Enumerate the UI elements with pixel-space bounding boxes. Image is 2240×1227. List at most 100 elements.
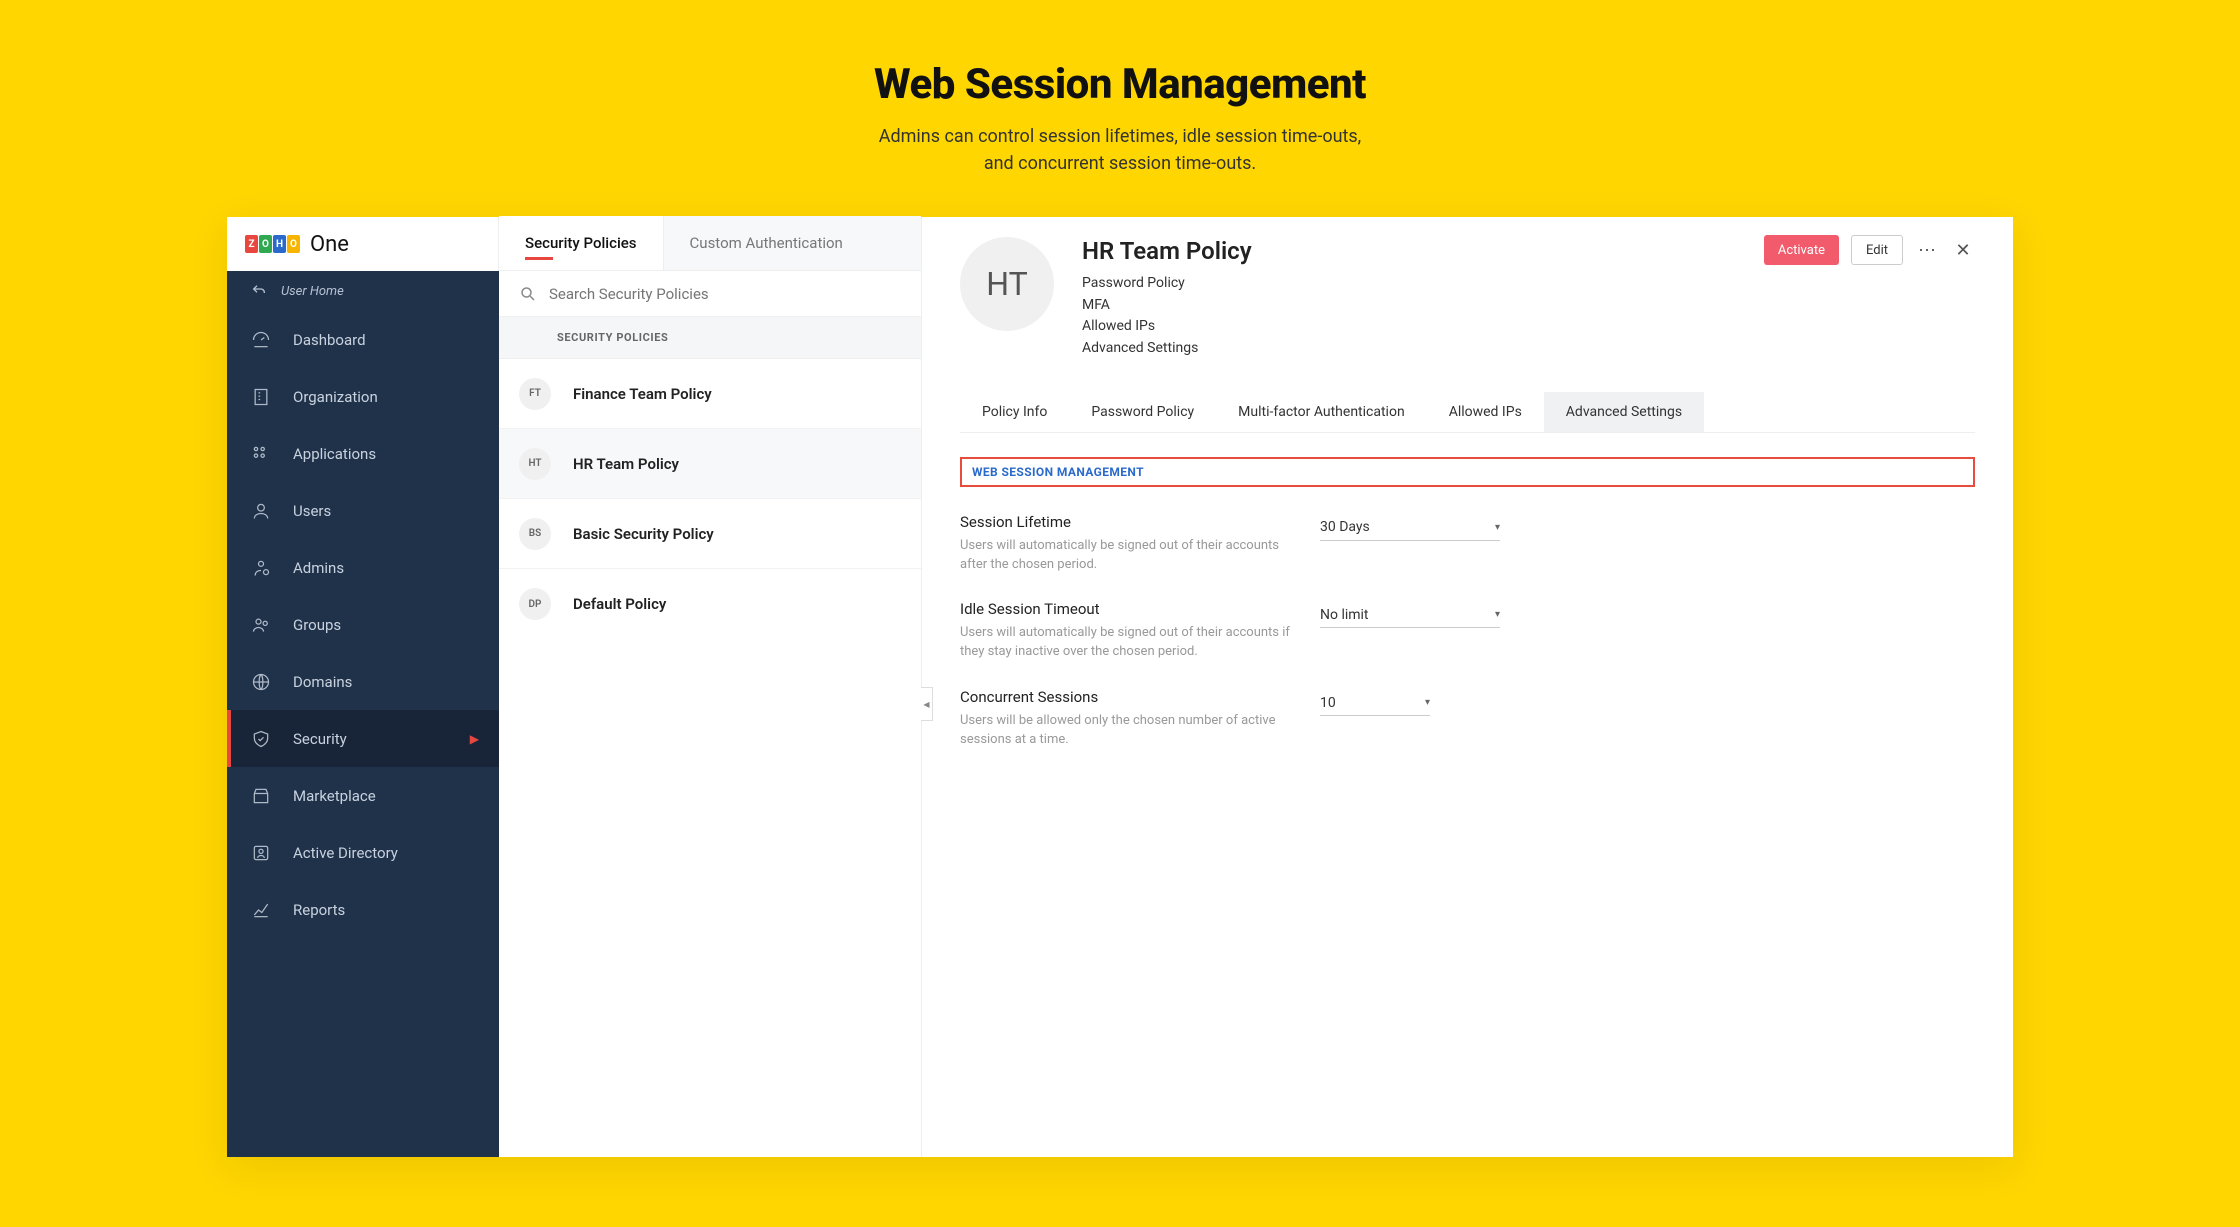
select-value: 30 Days [1320, 519, 1370, 535]
setting-label: Session Lifetime [960, 513, 1290, 531]
zoho-one-logo: ZOHO One [245, 232, 349, 257]
sidebar-item-security[interactable]: Security ▶ [227, 710, 499, 767]
setting-row-concurrent-sessions: Concurrent Sessions Users will be allowe… [960, 688, 1975, 750]
sidebar: ZOHO One User Home Dashboard Organizatio… [227, 217, 499, 1157]
sidebar-item-label: Domains [293, 673, 352, 691]
chevron-down-icon: ▾ [1495, 522, 1500, 533]
search-icon [519, 285, 537, 303]
detail-avatar: HT [960, 237, 1054, 331]
section-title: WEB SESSION MANAGEMENT [972, 465, 1963, 479]
setting-description: Users will automatically be signed out o… [960, 537, 1290, 575]
app-window: ZOHO One User Home Dashboard Organizatio… [227, 217, 2013, 1157]
logo-suffix: One [310, 232, 349, 257]
tab-custom-authentication[interactable]: Custom Authentication [664, 216, 921, 270]
tab-security-policies[interactable]: Security Policies [499, 216, 664, 270]
sidebar-item-label: Organization [293, 388, 378, 406]
more-options-button[interactable]: ⋯ [1915, 238, 1939, 262]
sidebar-item-admins[interactable]: Admins [227, 539, 499, 596]
setting-label: Concurrent Sessions [960, 688, 1290, 706]
session-lifetime-select[interactable]: 30 Days ▾ [1320, 515, 1500, 541]
close-button[interactable]: ✕ [1951, 238, 1975, 262]
detail-title: HR Team Policy [1082, 237, 1252, 265]
reports-icon [251, 900, 271, 920]
sidebar-item-label: Dashboard [293, 331, 366, 349]
setting-row-idle-timeout: Idle Session Timeout Users will automati… [960, 600, 1975, 662]
policy-name: Default Policy [573, 595, 666, 613]
sidebar-item-domains[interactable]: Domains [227, 653, 499, 710]
policy-list-column: Security Policies Custom Authentication … [499, 217, 922, 1157]
setting-row-session-lifetime: Session Lifetime Users will automaticall… [960, 513, 1975, 575]
active-directory-icon [251, 843, 271, 863]
detail-meta-line: Allowed IPs [1082, 316, 1252, 338]
sidebar-item-label: Users [293, 502, 331, 520]
logo-row: ZOHO One [227, 217, 499, 271]
detail-meta-line: MFA [1082, 295, 1252, 317]
policy-item-finance[interactable]: FT Finance Team Policy [499, 359, 921, 429]
setting-description: Users will automatically be signed out o… [960, 624, 1290, 662]
subtab-mfa[interactable]: Multi-factor Authentication [1216, 392, 1427, 432]
subtab-password-policy[interactable]: Password Policy [1069, 392, 1216, 432]
policy-list-header: SECURITY POLICIES [499, 317, 921, 359]
user-home-link[interactable]: User Home [227, 271, 499, 311]
policy-item-default[interactable]: DP Default Policy [499, 569, 921, 639]
idle-timeout-select[interactable]: No limit ▾ [1320, 602, 1500, 628]
sidebar-item-label: Marketplace [293, 787, 376, 805]
chevron-down-icon: ▾ [1495, 609, 1500, 620]
domains-icon [251, 672, 271, 692]
search-input[interactable] [549, 285, 901, 303]
admins-icon [251, 558, 271, 578]
chevron-right-icon: ▶ [470, 732, 479, 746]
select-value: No limit [1320, 607, 1369, 623]
detail-actions: Activate Edit ⋯ ✕ [1764, 235, 1975, 265]
policy-item-hr[interactable]: HT HR Team Policy [499, 429, 921, 499]
sidebar-item-reports[interactable]: Reports [227, 881, 499, 938]
hero-banner: Web Session Management Admins can contro… [0, 0, 2240, 217]
setting-label: Idle Session Timeout [960, 600, 1290, 618]
sidebar-item-organization[interactable]: Organization [227, 368, 499, 425]
sidebar-item-dashboard[interactable]: Dashboard [227, 311, 499, 368]
detail-subtabs: Policy Info Password Policy Multi-factor… [960, 392, 1975, 433]
detail-meta-line: Advanced Settings [1082, 338, 1252, 360]
policy-item-basic[interactable]: BS Basic Security Policy [499, 499, 921, 569]
policy-avatar: DP [519, 588, 551, 620]
sidebar-item-users[interactable]: Users [227, 482, 499, 539]
users-icon [251, 501, 271, 521]
policy-name: HR Team Policy [573, 455, 679, 473]
sidebar-item-groups[interactable]: Groups [227, 596, 499, 653]
subtab-advanced-settings[interactable]: Advanced Settings [1544, 392, 1704, 432]
hero-subtitle: Admins can control session lifetimes, id… [0, 123, 2240, 177]
subtab-policy-info[interactable]: Policy Info [960, 392, 1069, 432]
subtab-allowed-ips[interactable]: Allowed IPs [1427, 392, 1544, 432]
sidebar-item-applications[interactable]: Applications [227, 425, 499, 482]
marketplace-icon [251, 786, 271, 806]
search-row [499, 271, 921, 317]
sidebar-item-label: Applications [293, 445, 376, 463]
sidebar-item-label: Security [293, 730, 347, 748]
policy-name: Basic Security Policy [573, 525, 714, 543]
detail-meta-line: Password Policy [1082, 273, 1252, 295]
sidebar-item-label: Reports [293, 901, 345, 919]
sidebar-item-label: Active Directory [293, 844, 398, 862]
setting-description: Users will be allowed only the chosen nu… [960, 712, 1290, 750]
chevron-down-icon: ▾ [1425, 697, 1430, 708]
dashboard-icon [251, 330, 271, 350]
sidebar-item-label: Groups [293, 616, 341, 634]
sidebar-item-active-directory[interactable]: Active Directory [227, 824, 499, 881]
mid-tabs: Security Policies Custom Authentication [499, 217, 921, 271]
ellipsis-icon: ⋯ [1918, 240, 1936, 261]
concurrent-sessions-select[interactable]: 10 ▾ [1320, 690, 1430, 716]
policy-avatar: HT [519, 448, 551, 480]
edit-button[interactable]: Edit [1851, 235, 1903, 265]
select-value: 10 [1320, 695, 1336, 711]
sidebar-item-marketplace[interactable]: Marketplace [227, 767, 499, 824]
applications-icon [251, 444, 271, 464]
policy-detail-panel: Activate Edit ⋯ ✕ HT HR Team Policy Pass… [922, 217, 2013, 1157]
close-icon: ✕ [1955, 240, 1970, 261]
shield-icon [251, 729, 271, 749]
policy-avatar: BS [519, 518, 551, 550]
sidebar-item-label: Admins [293, 559, 344, 577]
policy-name: Finance Team Policy [573, 385, 712, 403]
back-arrow-icon [251, 283, 267, 299]
activate-button[interactable]: Activate [1764, 235, 1839, 265]
hero-title: Web Session Management [0, 60, 2240, 109]
